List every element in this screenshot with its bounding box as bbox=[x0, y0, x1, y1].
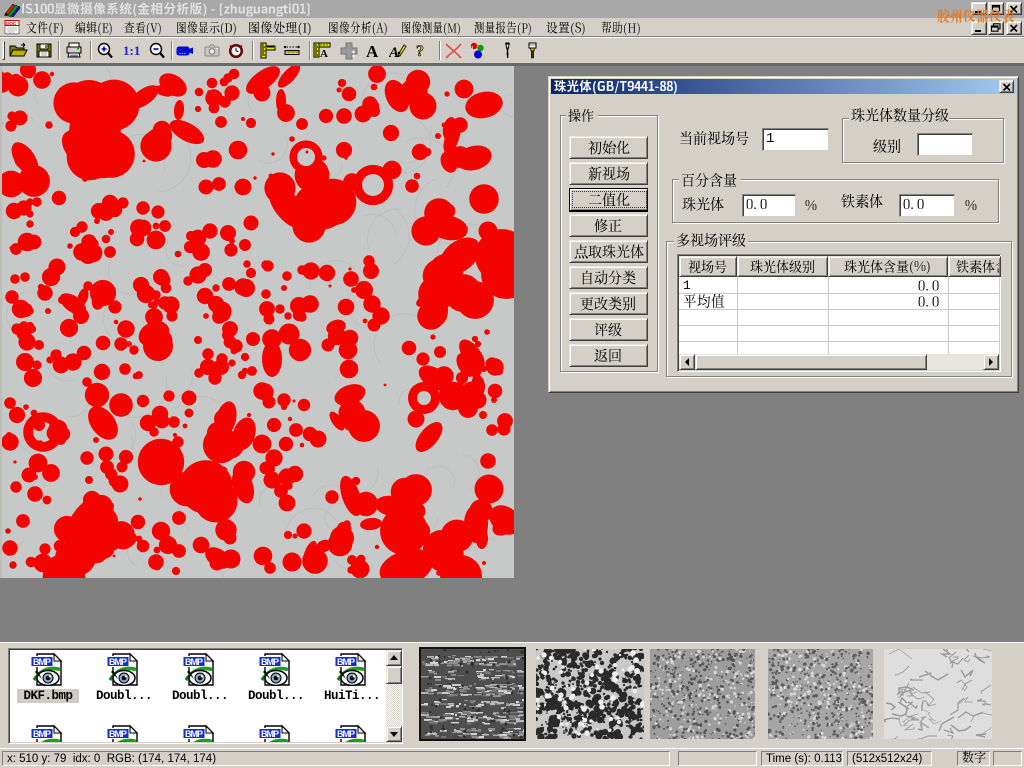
svg-text:DOC: DOC bbox=[6, 21, 17, 26]
svg-text:?: ? bbox=[416, 43, 424, 60]
svg-text:1: 1 bbox=[471, 46, 474, 52]
svg-text:A: A bbox=[320, 48, 328, 60]
svg-text:A: A bbox=[366, 42, 379, 60]
svg-text:A: A bbox=[389, 45, 399, 60]
svg-text:1:1: 1:1 bbox=[123, 43, 140, 58]
